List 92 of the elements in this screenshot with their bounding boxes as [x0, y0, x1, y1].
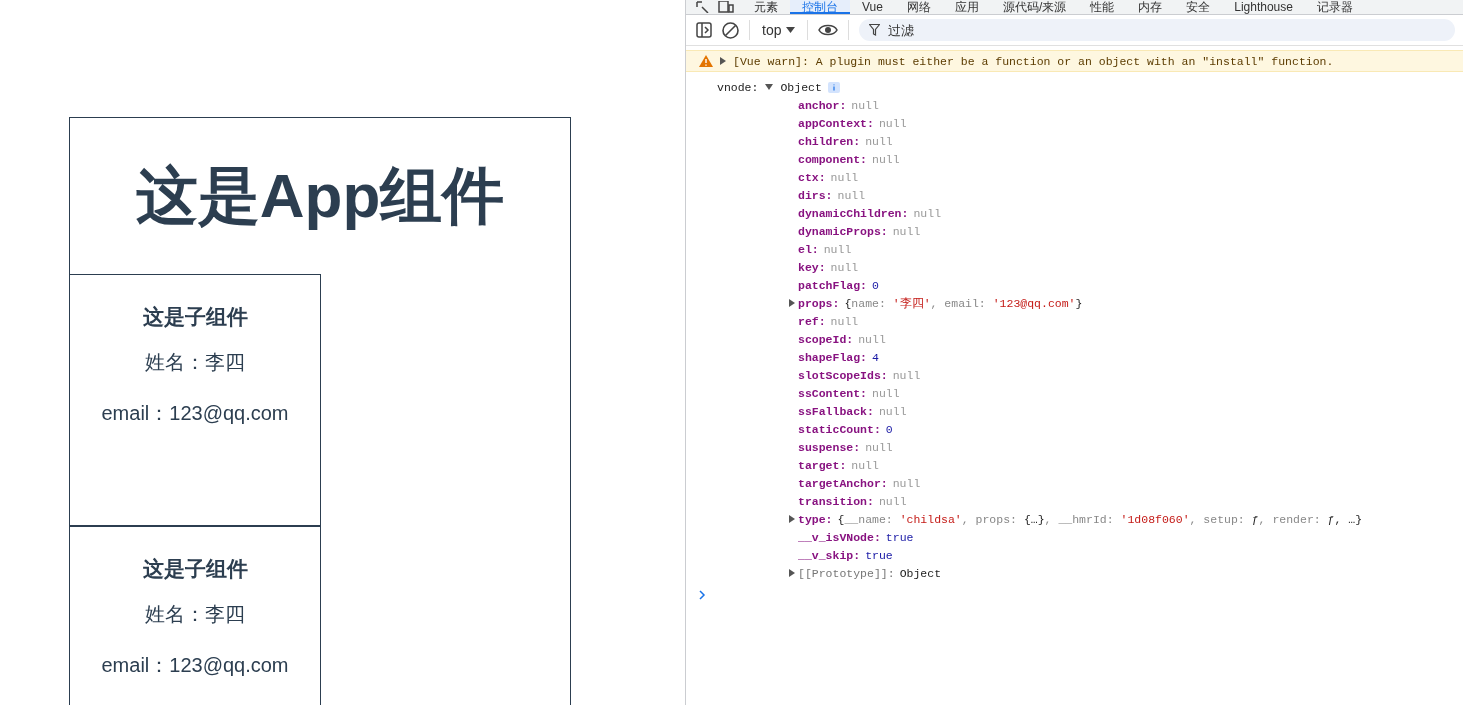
property-value: null	[830, 260, 859, 274]
property-value: null	[823, 242, 852, 256]
devtools-tab[interactable]: 应用	[942, 0, 991, 14]
property-key: transition:	[798, 494, 874, 508]
property-key: props:	[798, 296, 840, 310]
sidebar-toggle-icon[interactable]	[696, 22, 712, 38]
property-key: ssContent:	[798, 386, 867, 400]
property-value: null	[892, 476, 921, 490]
inspect-icon[interactable]	[696, 1, 710, 13]
devtools-tab[interactable]: 安全	[1174, 0, 1223, 14]
devtools-tab[interactable]: Vue	[850, 0, 895, 14]
property-value: null	[830, 314, 859, 328]
property-key: slotScopeIds:	[798, 368, 888, 382]
property-value: 0	[885, 422, 893, 436]
prompt-chevron-icon[interactable]	[699, 590, 706, 600]
clear-console-icon[interactable]	[722, 21, 739, 39]
expand-arrow-icon[interactable]	[789, 569, 795, 577]
property-key: component:	[798, 152, 867, 166]
devtools-tab[interactable]: 记录器	[1304, 0, 1365, 14]
property-key: __v_skip:	[798, 548, 861, 562]
property-value: null	[837, 188, 866, 202]
expand-arrow-icon[interactable]	[765, 84, 774, 90]
property-value: true	[885, 530, 914, 544]
email-text: email：123@qq.com	[101, 401, 289, 426]
info-icon	[827, 81, 840, 93]
property-key: staticCount:	[798, 422, 881, 436]
devtools-tab[interactable]: 元素	[742, 0, 790, 14]
property-key: patchFlag:	[798, 278, 867, 292]
name-text: 姓名：李四	[145, 350, 245, 375]
property-key: target:	[798, 458, 847, 472]
property-value: null	[878, 116, 907, 130]
property-key: children:	[798, 134, 861, 148]
property-value: null	[878, 404, 907, 418]
property-key: appContext:	[798, 116, 874, 130]
property-key: el:	[798, 242, 819, 256]
eye-icon[interactable]	[818, 23, 839, 37]
property-value: true	[865, 548, 893, 562]
warning-text: [Vue warn]: A plugin must either be a function or an object with an "install" function.	[733, 54, 1334, 68]
property-value: null	[878, 494, 907, 508]
name-text: 姓名：李四	[145, 602, 245, 627]
object-preview: {__name: 'childsa', props: {…}, __hmrId: '1d08f060', setup: ƒ, render: ƒ, …}	[837, 512, 1363, 526]
devtools-tab[interactable]: 网络	[894, 0, 943, 14]
expand-arrow-icon[interactable]	[789, 515, 795, 523]
expand-arrow-icon[interactable]	[720, 57, 726, 65]
property-value: 0	[872, 278, 879, 292]
property-value: null	[865, 440, 893, 454]
property-value: null	[851, 98, 879, 112]
filter-icon	[869, 24, 881, 36]
warning-icon	[699, 55, 713, 67]
devtools-tab[interactable]: 内存	[1126, 0, 1175, 14]
property-value: null	[872, 152, 900, 166]
log-label: vnode:	[717, 80, 759, 94]
property-value: Object	[899, 566, 942, 580]
context-dropdown[interactable]: top	[760, 22, 798, 38]
app-title: 这是App组件	[134, 160, 506, 232]
email-text: email：123@qq.com	[101, 653, 289, 678]
property-key: shapeFlag:	[798, 350, 867, 364]
filter-field[interactable]: 过滤	[859, 19, 1455, 41]
property-key: anchor:	[798, 98, 847, 112]
property-key: __v_isVNode:	[798, 530, 881, 544]
object-preview: {name: '李四', email: '123@qq.com'}	[844, 295, 1083, 311]
property-key: dirs:	[798, 188, 833, 202]
property-value: null	[913, 206, 942, 220]
property-value: null	[858, 332, 886, 346]
property-key: ref:	[798, 314, 826, 328]
property-key: dynamicChildren:	[798, 206, 909, 220]
property-key: scopeId:	[798, 332, 854, 346]
card-heading: 这是子组件	[142, 304, 248, 330]
property-key: key:	[798, 260, 826, 274]
property-value: null	[892, 368, 921, 382]
property-key: ssFallback:	[798, 404, 874, 418]
devtools-tab[interactable]: Lighthouse	[1222, 0, 1305, 14]
property-value: null	[830, 170, 859, 184]
property-value: null	[872, 386, 900, 400]
property-key: type:	[798, 512, 833, 526]
devtools-tab[interactable]: 控制台	[790, 0, 850, 14]
property-key: dynamicProps:	[798, 224, 888, 238]
property-key: suspense:	[798, 440, 861, 454]
devtools-tab[interactable]: 性能	[1078, 0, 1127, 14]
object-summary: Object	[780, 80, 822, 94]
property-value: null	[851, 458, 879, 472]
property-key: targetAnchor:	[798, 476, 888, 490]
property-value: 4	[872, 350, 879, 364]
caret-icon	[786, 27, 796, 33]
card-heading: 这是子组件	[142, 556, 248, 582]
device-toggle-icon[interactable]	[718, 1, 734, 13]
property-value: null	[865, 134, 893, 148]
property-key: [[Prototype]]:	[798, 566, 895, 580]
devtools-tab[interactable]: 源代码/来源	[990, 0, 1079, 14]
property-value: null	[892, 224, 921, 238]
property-key: ctx:	[798, 170, 826, 184]
expand-arrow-icon[interactable]	[789, 299, 795, 307]
